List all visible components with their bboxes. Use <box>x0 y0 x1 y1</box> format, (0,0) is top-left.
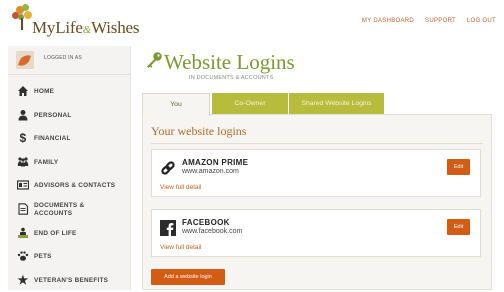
person-icon <box>17 109 29 121</box>
end-of-life-icon <box>17 227 29 239</box>
sidebar-item-advisors-contacts[interactable]: ADVISORS & CONTACTS <box>8 174 130 198</box>
view-detail-link[interactable]: View full detail <box>160 244 201 251</box>
login-card: AMAZON PRIME www.amazon.com View full de… <box>151 149 481 197</box>
login-name: AMAZON PRIME <box>182 158 249 167</box>
dollar-icon: $ <box>19 131 27 146</box>
sidebar-item-label: PETS <box>34 253 52 261</box>
sidebar-item-pets[interactable]: PETS <box>8 245 130 269</box>
sidebar-item-veterans-benefits[interactable]: ★ VETERAN'S BENEFITS <box>8 269 130 292</box>
facebook-icon <box>160 220 176 236</box>
logo[interactable]: MyLife&Wishes <box>10 4 160 38</box>
tab-shared-website-logins[interactable]: Shared Website Logins <box>289 93 384 114</box>
header: MyLife&Wishes MY DASHBOARD SUPPORT LOG O… <box>0 0 504 44</box>
sidebar-item-label: DOCUMENTS & ACCOUNTS <box>34 201 85 217</box>
logged-in-label: LOGGED IN AS <box>44 55 82 61</box>
sidebar-item-label: FINANCIAL <box>34 135 71 143</box>
tab-co-owner[interactable]: Co-Owner <box>212 93 288 114</box>
sidebar-item-documents-accounts[interactable]: DOCUMENTS & ACCOUNTS <box>8 198 130 222</box>
tab-bar: You Co-Owner Shared Website Logins <box>142 93 492 116</box>
logo-text: MyLife&Wishes <box>32 18 140 37</box>
sidebar-item-family[interactable]: FAMILY <box>8 151 130 175</box>
sidebar: LOGGED IN AS HOME PERSONAL $ FINANCIAL F… <box>8 46 131 290</box>
key-icon <box>145 51 163 69</box>
contact-card-icon <box>16 179 30 191</box>
login-url[interactable]: www.facebook.com <box>182 228 242 235</box>
tab-you[interactable]: You <box>142 93 210 116</box>
divider <box>151 143 483 144</box>
sidebar-item-label: END OF LIFE <box>34 229 77 237</box>
edit-button[interactable]: Edit <box>447 159 470 175</box>
support-link[interactable]: SUPPORT <box>425 18 456 24</box>
sidebar-item-end-of-life[interactable]: END OF LIFE <box>8 222 130 246</box>
user-box: LOGGED IN AS <box>8 46 130 75</box>
paw-icon <box>17 250 29 262</box>
document-icon <box>17 203 29 215</box>
login-card: FACEBOOK www.facebook.com View full deta… <box>151 209 481 257</box>
sidebar-item-label: FAMILY <box>34 158 59 166</box>
panel-title: Your website logins <box>151 124 247 138</box>
sidebar-item-home[interactable]: HOME <box>8 80 130 104</box>
login-name: FACEBOOK <box>182 218 230 227</box>
link-icon <box>160 160 176 176</box>
sidebar-item-label: ADVISORS & CONTACTS <box>34 182 116 190</box>
main-content: Website Logins IN DOCUMENTS & ACCOUNTS Y… <box>142 46 492 290</box>
breadcrumb[interactable]: IN DOCUMENTS & ACCOUNTS <box>189 75 273 81</box>
top-nav: MY DASHBOARD SUPPORT LOG OUT <box>353 18 496 24</box>
sidebar-nav: HOME PERSONAL $ FINANCIAL FAMILY ADVISOR… <box>8 80 130 292</box>
login-url[interactable]: www.amazon.com <box>182 168 239 175</box>
sidebar-item-personal[interactable]: PERSONAL <box>8 104 130 128</box>
logout-link[interactable]: LOG OUT <box>467 18 496 24</box>
sidebar-item-label: VETERAN'S BENEFITS <box>34 276 109 284</box>
sidebar-item-label: HOME <box>34 88 55 95</box>
my-dashboard-link[interactable]: MY DASHBOARD <box>362 18 414 24</box>
view-detail-link[interactable]: View full detail <box>160 184 201 191</box>
edit-button[interactable]: Edit <box>447 219 470 235</box>
home-icon <box>17 85 29 97</box>
page-title: Website Logins <box>164 50 295 74</box>
avatar[interactable] <box>16 51 34 69</box>
star-icon: ★ <box>17 272 29 287</box>
add-website-login-button[interactable]: Add a website login <box>151 269 225 285</box>
family-icon <box>17 156 29 168</box>
sidebar-item-financial[interactable]: $ FINANCIAL <box>8 127 130 151</box>
sidebar-item-label: PERSONAL <box>34 111 72 119</box>
leaf-icon <box>18 52 31 69</box>
logins-panel: Your website logins AMAZON PRIME www.ama… <box>142 114 492 290</box>
